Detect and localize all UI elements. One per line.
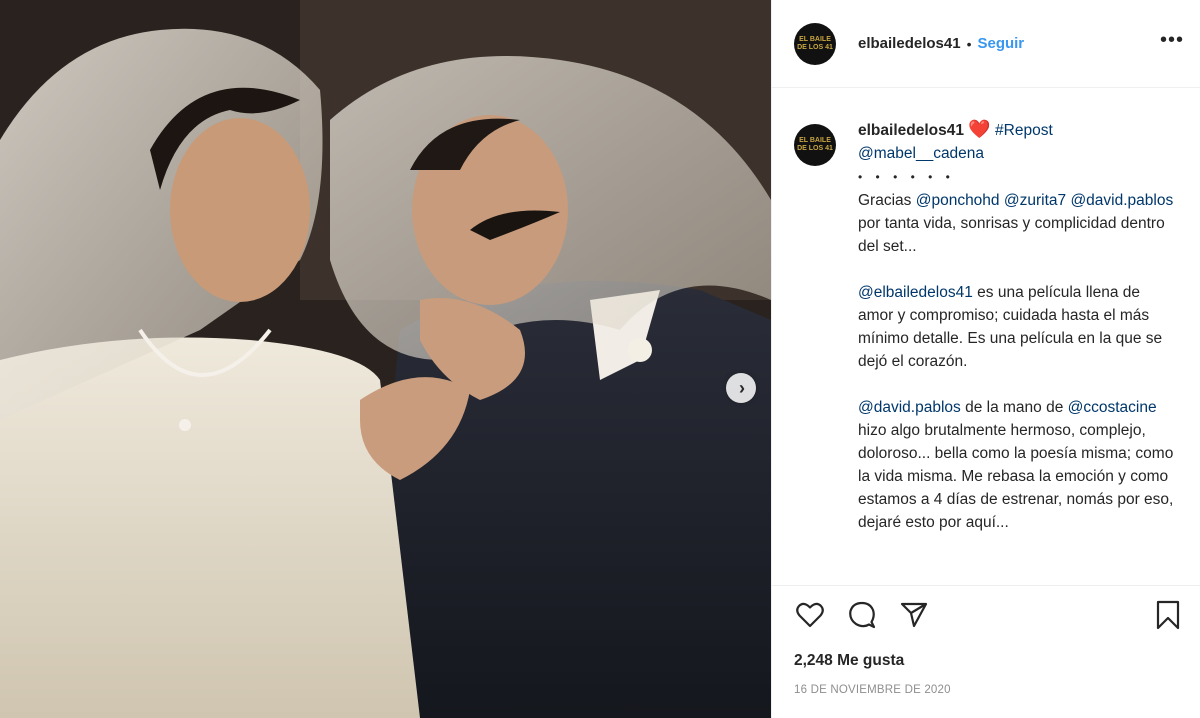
next-photo-button[interactable]: › (726, 373, 756, 403)
wedding-photo-illustration (0, 0, 771, 718)
bookmark-icon[interactable] (1152, 599, 1184, 631)
caption-text-segment: hizo algo brutalmente hermoso, complejo,… (858, 422, 1174, 531)
action-icons (794, 600, 1184, 630)
heart-icon[interactable] (794, 599, 826, 631)
instagram-post: › EL BAILE DE LOS 41 elbailedelos41 • Se… (0, 0, 1200, 718)
mention-link[interactable]: @ccostacine (1068, 399, 1157, 416)
mention-link[interactable]: @ponchohd (916, 192, 1000, 209)
caption-text-segment: por tanta vida, sonrisas y complicidad d… (858, 215, 1165, 255)
mention-link[interactable]: @elbailedelos41 (858, 284, 973, 301)
likes-count[interactable]: 2,248 Me gusta (794, 652, 1184, 670)
separator-dot: • (966, 35, 972, 52)
avatar[interactable]: EL BAILE DE LOS 41 (794, 22, 836, 65)
header-username[interactable]: elbailedelos41 (858, 35, 961, 52)
caption-row: EL BAILE DE LOS 41 elbailedelos41 ❤️ #Re… (794, 118, 1184, 557)
share-icon[interactable] (898, 599, 930, 631)
comment-icon[interactable] (846, 599, 878, 631)
mention-link[interactable]: @david.pablos (1070, 192, 1173, 209)
mention-link[interactable]: @mabel__cadena (858, 145, 984, 162)
chevron-right-icon: › (739, 378, 745, 398)
caption-avatar[interactable]: EL BAILE DE LOS 41 (794, 124, 836, 166)
caption-dots: • • • • • • (858, 170, 955, 184)
mention-link[interactable]: @zurita7 (1004, 192, 1066, 209)
post-header: EL BAILE DE LOS 41 elbailedelos41 • Segu… (772, 0, 1200, 88)
caption-text-segment: de la mano de (960, 399, 1068, 416)
post-actions: 2,248 Me gusta 16 DE NOVIEMBRE DE 2020 (772, 585, 1200, 718)
caption-area[interactable]: EL BAILE DE LOS 41 elbailedelos41 ❤️ #Re… (772, 88, 1200, 585)
caption-text: elbailedelos41 ❤️ #Repost @mabel__cadena… (858, 118, 1178, 557)
heart-emoji: ❤️ (968, 119, 991, 139)
post-side-panel: EL BAILE DE LOS 41 elbailedelos41 • Segu… (771, 0, 1200, 718)
post-date[interactable]: 16 DE NOVIEMBRE DE 2020 (794, 684, 1184, 696)
post-photo[interactable]: › (0, 0, 771, 718)
mention-link[interactable]: @david.pablos (858, 399, 961, 416)
caption-username[interactable]: elbailedelos41 (858, 122, 964, 139)
more-options-icon[interactable]: ••• (1160, 30, 1184, 58)
follow-button[interactable]: Seguir (977, 35, 1024, 52)
hashtag-link[interactable]: #Repost (995, 122, 1053, 139)
caption-text-segment: Gracias (858, 192, 916, 209)
